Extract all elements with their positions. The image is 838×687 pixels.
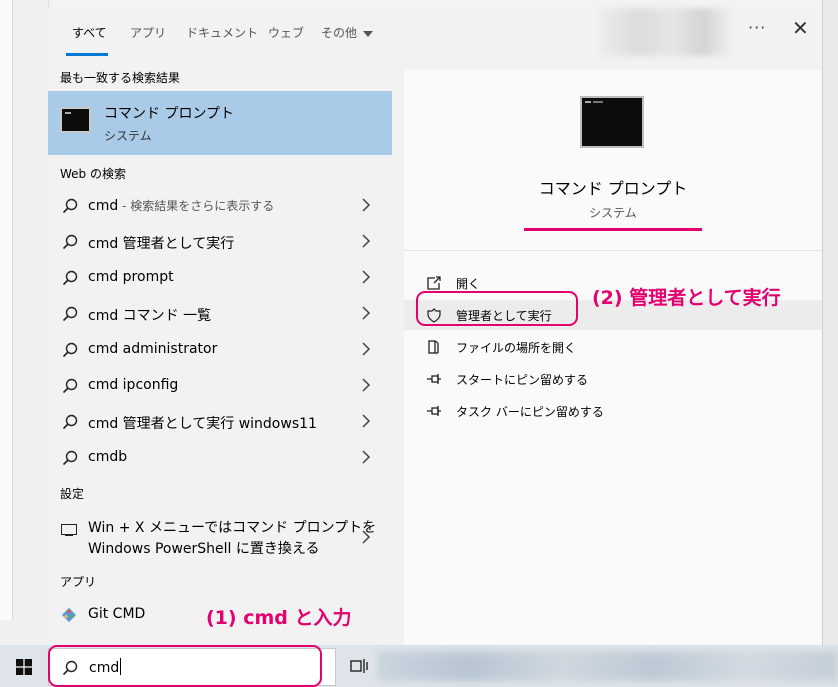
annotation-box-search-input: [48, 645, 322, 687]
active-tab-indicator: [66, 53, 108, 56]
search-icon: [62, 306, 78, 322]
action-pin-to-taskbar[interactable]: タスク バーにピン留めする: [404, 396, 822, 426]
tab-more[interactable]: その他: [321, 24, 374, 44]
chevron-right-icon: [362, 270, 371, 284]
tab-all[interactable]: すべて: [72, 24, 107, 44]
chevron-right-icon: [362, 378, 371, 392]
app-result-label: Git CMD: [88, 606, 146, 622]
pin-icon: [427, 374, 441, 384]
web-result[interactable]: cmd administrator: [48, 332, 392, 368]
more-options-button[interactable]: ···: [748, 18, 766, 37]
web-result[interactable]: cmd コマンド 一覧: [48, 296, 392, 332]
chevron-right-icon: [362, 530, 371, 544]
search-icon: [62, 450, 78, 466]
action-open-file-location[interactable]: ファイルの場所を開く: [404, 332, 822, 362]
web-result-text: cmd 管理者として実行: [88, 236, 235, 252]
settings-result[interactable]: Win + X メニューではコマンド プロンプトを Windows PowerSh…: [48, 512, 392, 562]
tab-bar: すべて アプリ ドキュメント ウェブ その他 ··· ✕: [48, 8, 822, 63]
open-icon: [427, 276, 441, 290]
chevron-right-icon: [362, 450, 371, 464]
search-icon: [62, 378, 78, 394]
tab-documents[interactable]: ドキュメント: [186, 24, 258, 44]
annotation-box-run-as-admin: [416, 291, 578, 326]
divider: [404, 250, 822, 251]
background-window-right: [822, 0, 838, 645]
action-pin-to-start[interactable]: スタートにピン留めする: [404, 364, 822, 394]
tab-web[interactable]: ウェブ: [268, 24, 304, 44]
action-label: タスク バーにピン留めする: [456, 405, 604, 419]
search-icon: [62, 234, 78, 250]
action-label: スタートにピン留めする: [456, 373, 589, 387]
web-result-text: cmd ipconfig: [88, 377, 179, 393]
search-icon: [62, 414, 78, 430]
annotation-step1: (1) cmd と入力: [206, 607, 352, 629]
display-icon: [61, 524, 77, 536]
command-prompt-icon: [60, 107, 91, 133]
best-match-subtitle: システム: [104, 129, 152, 143]
chevron-right-icon: [362, 306, 371, 320]
blurred-avatar: [600, 8, 730, 56]
apps-header: アプリ: [60, 575, 97, 589]
settings-header: 設定: [60, 487, 85, 501]
settings-result-line1: Win + X メニューではコマンド プロンプトを: [88, 520, 377, 536]
web-result-text: cmd コマンド 一覧: [88, 308, 212, 324]
web-result-text: cmd prompt: [88, 269, 174, 285]
chevron-right-icon: [362, 414, 371, 428]
web-result-suffix: - 検索結果をさらに表示する: [118, 199, 275, 213]
web-result-text: cmd 管理者として実行 windows11: [88, 416, 317, 432]
search-icon: [62, 198, 78, 214]
web-result-text: cmd administrator: [88, 341, 218, 357]
pin-icon: [427, 406, 441, 416]
command-prompt-large-icon: [580, 96, 644, 148]
settings-result-line2: Windows PowerShell に置き換える: [88, 541, 320, 557]
file-location-icon: [428, 340, 439, 354]
chevron-right-icon: [362, 198, 371, 212]
web-result[interactable]: cmdb: [48, 440, 392, 476]
chevron-right-icon: [362, 342, 371, 356]
close-button[interactable]: ✕: [792, 16, 809, 40]
web-result[interactable]: cmd 管理者として実行 windows11: [48, 404, 392, 440]
search-icon: [62, 270, 78, 286]
task-view-icon[interactable]: [350, 657, 368, 675]
git-icon: [61, 607, 77, 623]
web-result-text: cmd - 検索結果をさらに表示する: [88, 197, 274, 214]
windows-start-icon[interactable]: [16, 659, 32, 675]
tab-more-label: その他: [321, 26, 358, 40]
web-result[interactable]: cmd ipconfig: [48, 368, 392, 404]
web-result[interactable]: cmd 管理者として実行: [48, 224, 392, 260]
chevron-down-icon: [363, 30, 374, 37]
web-result[interactable]: cmd prompt: [48, 260, 392, 296]
web-result-text: cmdb: [88, 449, 128, 465]
settings-result-text: Win + X メニューではコマンド プロンプトを Windows PowerSh…: [88, 518, 376, 560]
action-label: ファイルの場所を開く: [456, 341, 577, 355]
results-list: 最も一致する検索結果 コマンド プロンプト システム Web の検索 cmd -…: [48, 63, 392, 645]
best-match-header: 最も一致する検索結果: [60, 71, 181, 85]
action-label: 開く: [456, 277, 481, 291]
web-search-header: Web の検索: [60, 167, 126, 181]
preview-subtitle: システム: [589, 206, 637, 220]
background-window: [0, 0, 49, 645]
web-result-query: cmd: [88, 198, 119, 214]
background-window-edge: [0, 0, 13, 620]
web-result[interactable]: cmd - 検索結果をさらに表示する: [48, 188, 392, 224]
preview-accent-underline: [524, 228, 702, 231]
best-match-item[interactable]: コマンド プロンプト システム: [48, 91, 392, 155]
preview-title: コマンド プロンプト: [538, 179, 688, 198]
search-panel: すべて アプリ ドキュメント ウェブ その他 ··· ✕ 最も一致する検索結果 …: [48, 8, 822, 645]
chevron-right-icon: [362, 234, 371, 248]
annotation-step2: (2) 管理者として実行: [592, 287, 781, 309]
search-icon: [62, 342, 78, 358]
blurred-taskbar-icons: [378, 651, 838, 681]
tab-apps[interactable]: アプリ: [130, 24, 166, 44]
best-match-title: コマンド プロンプト: [104, 106, 235, 122]
preview-pane: コマンド プロンプト システム 開く 管理者として実行 ファイルの場所を開く ス…: [404, 70, 822, 645]
